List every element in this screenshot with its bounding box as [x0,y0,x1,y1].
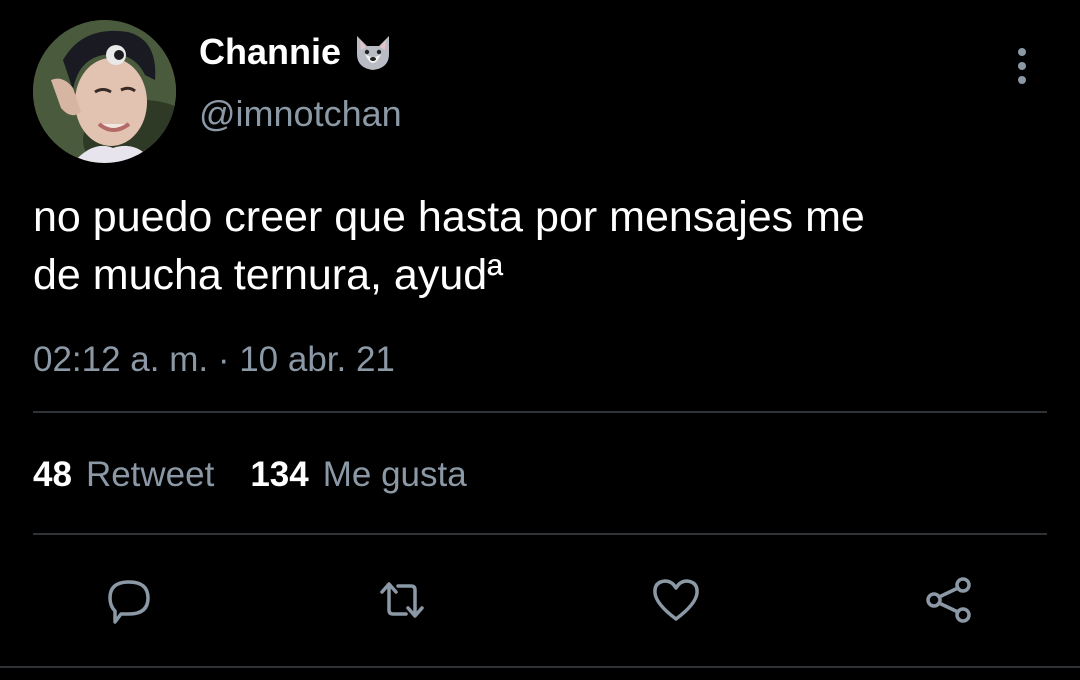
speech-bubble-icon [108,580,150,624]
tweet-stats: 48 Retweet 134 Me gusta [33,452,467,498]
like-button[interactable] [648,572,704,628]
retweets-stat[interactable]: 48 Retweet [33,452,214,498]
likes-stat[interactable]: 134 Me gusta [250,452,466,498]
more-dot-icon [1018,62,1026,70]
divider [33,533,1047,535]
likes-label: Me gusta [322,455,467,494]
avatar-photo [33,20,176,163]
likes-count: 134 [250,455,309,494]
display-name-row[interactable]: Channie [199,28,397,76]
more-dot-icon [1018,48,1026,56]
more-dot-icon [1018,76,1026,84]
retweets-label: Retweet [85,455,215,494]
avatar[interactable] [33,20,176,163]
divider [0,666,1080,668]
wolf-face-icon [349,28,397,76]
retweet-arrows-icon [380,582,424,618]
tweet-timestamp[interactable]: 02:12 a. m. · 10 abr. 21 [33,337,395,383]
tweet-text: no puedo creer que hasta por mensajes me… [33,193,865,299]
retweet-button[interactable] [374,572,430,628]
share-button[interactable] [921,572,977,628]
display-name[interactable]: Channie [199,28,341,76]
heart-icon [653,579,699,621]
share-nodes-icon [926,577,971,623]
divider [33,411,1047,413]
more-options-button[interactable] [1006,46,1038,86]
retweets-count: 48 [33,455,72,494]
user-handle[interactable]: @imnotchan [199,90,402,138]
reply-button[interactable] [101,572,157,628]
